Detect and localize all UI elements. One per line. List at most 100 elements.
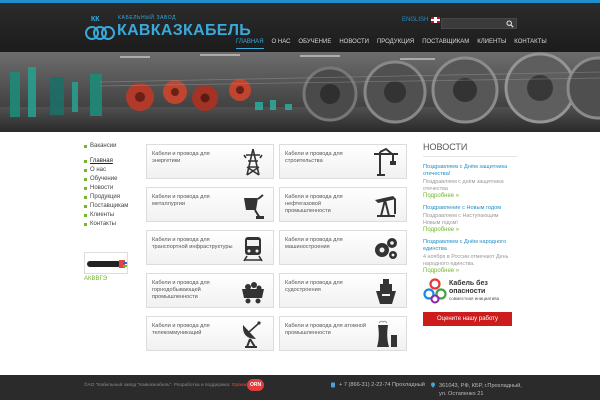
address-line-1: 361043, РФ, КБР, г.Прохладный, bbox=[439, 383, 522, 389]
news-more-link[interactable]: Подробнее » bbox=[423, 227, 517, 233]
news-item: Поздравление с Новым годом Поздравляем с… bbox=[423, 205, 517, 233]
developer-logo[interactable]: ORN bbox=[247, 379, 264, 391]
sidebar-item-training[interactable]: Обучение bbox=[84, 176, 144, 182]
nuclear-plant-icon bbox=[377, 320, 397, 347]
language-label[interactable]: ENGLISH bbox=[402, 17, 428, 23]
product-card-label: Кабели и провода для строительства bbox=[285, 151, 343, 164]
search-input[interactable] bbox=[442, 26, 504, 36]
svg-text:КК: КК bbox=[91, 16, 100, 23]
language-switch[interactable]: ENGLISH bbox=[402, 17, 441, 23]
developer-link[interactable]: Оранж bbox=[232, 383, 247, 388]
news-item: Поздравляем с Днём защитника отечества! … bbox=[423, 164, 517, 199]
product-card-label: Кабели и провода для металлургии bbox=[152, 194, 210, 207]
news-item-title[interactable]: Поздравляем с Днём народного единства bbox=[423, 239, 517, 253]
product-card-transport[interactable]: Кабели и провода для транспортной инфрас… bbox=[146, 230, 274, 265]
hero-banner-image bbox=[0, 52, 600, 132]
sidebar-item-suppliers[interactable]: Поставщикам bbox=[84, 203, 144, 209]
product-card-mining[interactable]: Кабели и провода для горнодобывающей про… bbox=[146, 273, 274, 308]
copyright-text: ©АО "Кабельный завод "Кавказкабель". Раз… bbox=[84, 383, 247, 388]
nav-clients[interactable]: КЛИЕНТЫ bbox=[477, 39, 506, 49]
location-icon bbox=[431, 382, 435, 388]
main-content: Вакансии Главная О нас Обучение Новости … bbox=[0, 132, 600, 375]
logo-mark-icon: КК bbox=[85, 16, 115, 40]
logo-name: КАВКАЗКАБЕЛЬ bbox=[117, 22, 252, 39]
product-card-label: Кабели и провода для машиностроения bbox=[285, 237, 343, 250]
product-card-shipbuilding[interactable]: Кабели и провода для судостроения bbox=[279, 273, 407, 308]
news-item-title[interactable]: Поздравляем с Днём защитника отечества! bbox=[423, 164, 517, 178]
logo-subtitle: КАБЕЛЬНЫЙ ЗАВОД bbox=[118, 15, 177, 21]
nav-suppliers[interactable]: ПОСТАВЩИКАМ bbox=[422, 39, 469, 49]
search-box bbox=[441, 18, 517, 36]
footer-address: 361043, РФ, КБР, г.Прохладный, ул. Остап… bbox=[430, 382, 529, 398]
bullet-icon bbox=[84, 144, 87, 148]
bullet-icon bbox=[84, 168, 87, 172]
product-card-construction[interactable]: Кабели и провода для строительства bbox=[279, 144, 407, 179]
sidebar-item-vacancies[interactable]: Вакансии bbox=[84, 143, 144, 149]
oil-pump-icon bbox=[375, 196, 396, 217]
product-card-energy[interactable]: Кабели и провода для энергетики bbox=[146, 144, 274, 179]
sidebar-item-home[interactable]: Главная bbox=[84, 158, 144, 164]
safety-logo-icon bbox=[423, 278, 447, 304]
news-item-text: Поздравляем с днём защитника отечества bbox=[423, 179, 504, 192]
nav-training[interactable]: ОБУЧЕНИЕ bbox=[298, 39, 331, 49]
news-item: Поздравляем с Днём народного единства 4 … bbox=[423, 239, 517, 274]
bullet-icon bbox=[84, 222, 87, 226]
sidebar-item-about[interactable]: О нас bbox=[84, 167, 144, 173]
site-footer: ©АО "Кабельный завод "Кавказкабель". Раз… bbox=[0, 375, 600, 400]
address-line-2: ул. Остапенко 21 bbox=[439, 391, 484, 397]
nav-products[interactable]: ПРОДУКЦИЯ bbox=[377, 39, 414, 49]
news-heading: НОВОСТИ bbox=[423, 142, 517, 157]
product-card-label: Кабели и провода для телекоммуникаций bbox=[152, 323, 210, 336]
product-card-telecom[interactable]: Кабели и провода для телекоммуникаций bbox=[146, 316, 274, 351]
footer-phone: + 7 (866-31) 2-22-74 Прохладный bbox=[330, 382, 425, 388]
sidebar-item-products[interactable]: Продукция bbox=[84, 194, 144, 200]
uk-flag-icon[interactable] bbox=[431, 17, 441, 23]
news-more-link[interactable]: Подробнее » bbox=[423, 193, 517, 199]
phone-text: + 7 (866-31) 2-22-74 Прохладный bbox=[339, 382, 425, 388]
product-card-label: Кабели и провода для атомной промышленно… bbox=[285, 323, 367, 336]
cable-product-image[interactable] bbox=[84, 252, 128, 274]
sidebar-item-clients[interactable]: Клиенты bbox=[84, 212, 144, 218]
satellite-dish-icon bbox=[242, 321, 261, 348]
safety-subtitle: совместная инициатива bbox=[449, 296, 500, 301]
news-item-text: Поздравляем с Наступающим Новым годом! bbox=[423, 213, 499, 226]
company-logo[interactable]: КК КАБЕЛЬНЫЙ ЗАВОД КАВКАЗКАБЕЛЬ bbox=[84, 12, 251, 44]
cable-safety-banner[interactable]: Кабель без опасности совместная инициати… bbox=[423, 278, 517, 308]
ladle-icon bbox=[244, 194, 264, 219]
cable-product-caption[interactable]: АКВВГЭ bbox=[84, 276, 107, 282]
bullet-icon bbox=[84, 159, 87, 163]
product-card-label: Кабели и провода для горнодобывающей про… bbox=[152, 280, 210, 300]
product-card-label: Кабели и провода для транспортной инфрас… bbox=[152, 237, 233, 250]
product-card-label: Кабели и провода для энергетики bbox=[152, 151, 210, 164]
product-card-oil-gas[interactable]: Кабели и провода для нефтегазовой промыш… bbox=[279, 187, 407, 222]
product-card-nuclear[interactable]: Кабели и провода для атомной промышленно… bbox=[279, 316, 407, 351]
ship-icon bbox=[376, 279, 396, 304]
crane-icon bbox=[374, 147, 398, 176]
power-tower-icon bbox=[243, 148, 263, 176]
news-item-text: 4 ноября в России отмечают День народног… bbox=[423, 254, 509, 267]
news-item-title[interactable]: Поздравление с Новым годом bbox=[423, 205, 517, 212]
gears-icon bbox=[375, 238, 397, 259]
train-icon bbox=[243, 237, 263, 262]
cable-cross-section-illustration bbox=[87, 260, 127, 268]
site-header: КК КАБЕЛЬНЫЙ ЗАВОД КАВКАЗКАБЕЛЬ ENGLISH … bbox=[0, 0, 600, 52]
product-card-metallurgy[interactable]: Кабели и провода для металлургии bbox=[146, 187, 274, 222]
news-column: НОВОСТИ Поздравляем с Днём защитника оте… bbox=[423, 142, 517, 280]
nav-home[interactable]: ГЛАВНАЯ bbox=[236, 39, 264, 49]
sidebar-item-contacts[interactable]: Контакты bbox=[84, 221, 144, 227]
nav-about[interactable]: О НАС bbox=[272, 39, 291, 49]
sidebar-item-news[interactable]: Новости bbox=[84, 185, 144, 191]
search-icon[interactable] bbox=[506, 20, 514, 28]
bullet-icon bbox=[84, 195, 87, 199]
safety-title: Кабель без опасности bbox=[449, 280, 488, 295]
bullet-icon bbox=[84, 186, 87, 190]
nav-news[interactable]: НОВОСТИ bbox=[339, 39, 369, 49]
rate-our-work-button[interactable]: Оцените нашу работу bbox=[423, 312, 512, 326]
product-card-label: Кабели и провода для нефтегазовой промыш… bbox=[285, 194, 343, 214]
nav-contacts[interactable]: КОНТАКТЫ bbox=[514, 39, 546, 49]
product-card-machinery[interactable]: Кабели и провода для машиностроения bbox=[279, 230, 407, 265]
bullet-icon bbox=[84, 204, 87, 208]
news-more-link[interactable]: Подробнее » bbox=[423, 268, 517, 274]
factory-cable-drums-illustration bbox=[0, 52, 600, 132]
copyright-label: ©АО "Кабельный завод "Кавказкабель". Раз… bbox=[84, 383, 231, 388]
